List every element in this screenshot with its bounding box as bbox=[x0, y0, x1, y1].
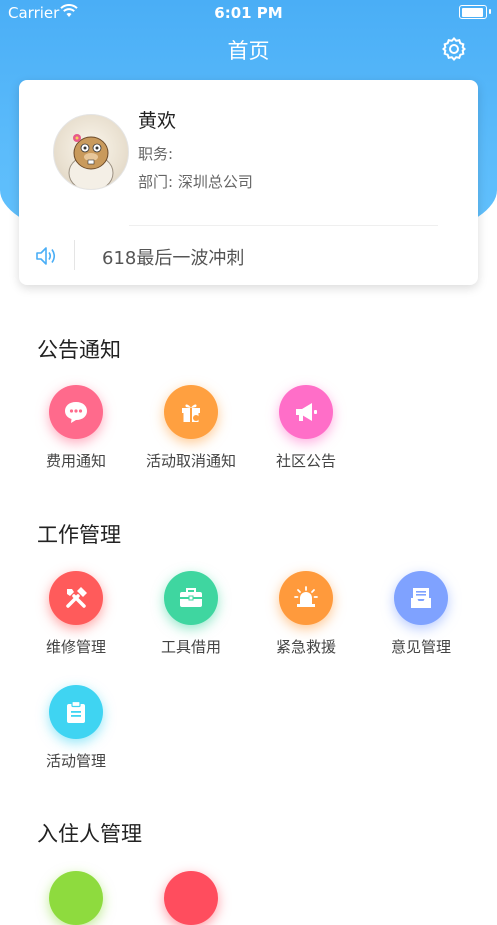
work-item-activity[interactable]: 活动管理 bbox=[16, 685, 136, 771]
clock: 6:01 PM bbox=[214, 4, 283, 22]
resident-item-icon[interactable] bbox=[49, 871, 103, 925]
toolbox-icon bbox=[164, 571, 218, 625]
user-name: 黄欢 bbox=[138, 110, 177, 132]
work-item-feedback[interactable]: 意见管理 bbox=[361, 571, 481, 657]
page-title: 首页 bbox=[227, 39, 270, 63]
notice-item-fee[interactable]: 费用通知 bbox=[16, 385, 136, 471]
status-bar: Carrier 6:01 PM bbox=[0, 0, 497, 26]
divider bbox=[74, 240, 75, 270]
megaphone-icon bbox=[279, 385, 333, 439]
notice-item-label: 社区公告 bbox=[275, 452, 336, 470]
settings-gear-icon[interactable] bbox=[441, 36, 467, 62]
section-title-work: 工作管理 bbox=[37, 523, 121, 547]
profile-card[interactable]: 黄欢 职务: 部门: 深圳总公司 618最后一波冲刺 bbox=[19, 80, 478, 285]
work-item-tool-borrow[interactable]: 工具借用 bbox=[131, 571, 251, 657]
section-title-residents: 入住人管理 bbox=[37, 822, 142, 846]
section-title-notices: 公告通知 bbox=[37, 338, 121, 362]
work-item-emergency[interactable]: 紧急救援 bbox=[246, 571, 366, 657]
notice-item-community[interactable]: 社区公告 bbox=[246, 385, 366, 471]
work-item-label: 工具借用 bbox=[160, 638, 221, 656]
alarm-icon bbox=[279, 571, 333, 625]
notice-item-activity-cancel[interactable]: 活动取消通知 bbox=[131, 385, 251, 471]
notice-item-label: 费用通知 bbox=[45, 452, 106, 470]
chat-bubble-icon bbox=[49, 385, 103, 439]
avatar bbox=[53, 114, 129, 190]
work-item-label: 紧急救援 bbox=[275, 638, 336, 656]
speaker-icon bbox=[35, 245, 59, 267]
work-item-label: 维修管理 bbox=[45, 638, 106, 656]
announcement-text[interactable]: 618最后一波冲刺 bbox=[102, 244, 244, 270]
notice-item-label: 活动取消通知 bbox=[145, 452, 236, 470]
divider bbox=[129, 225, 438, 226]
inbox-icon bbox=[394, 571, 448, 625]
work-item-repair[interactable]: 维修管理 bbox=[16, 571, 136, 657]
gift-icon bbox=[164, 385, 218, 439]
resident-item-icon[interactable] bbox=[164, 871, 218, 925]
tools-icon bbox=[49, 571, 103, 625]
work-item-label: 意见管理 bbox=[390, 638, 451, 656]
user-department: 部门: 深圳总公司 bbox=[138, 173, 253, 191]
user-position: 职务: bbox=[138, 145, 174, 163]
clipboard-icon bbox=[49, 685, 103, 739]
battery-icon bbox=[459, 5, 491, 19]
work-item-label: 活动管理 bbox=[45, 752, 106, 770]
